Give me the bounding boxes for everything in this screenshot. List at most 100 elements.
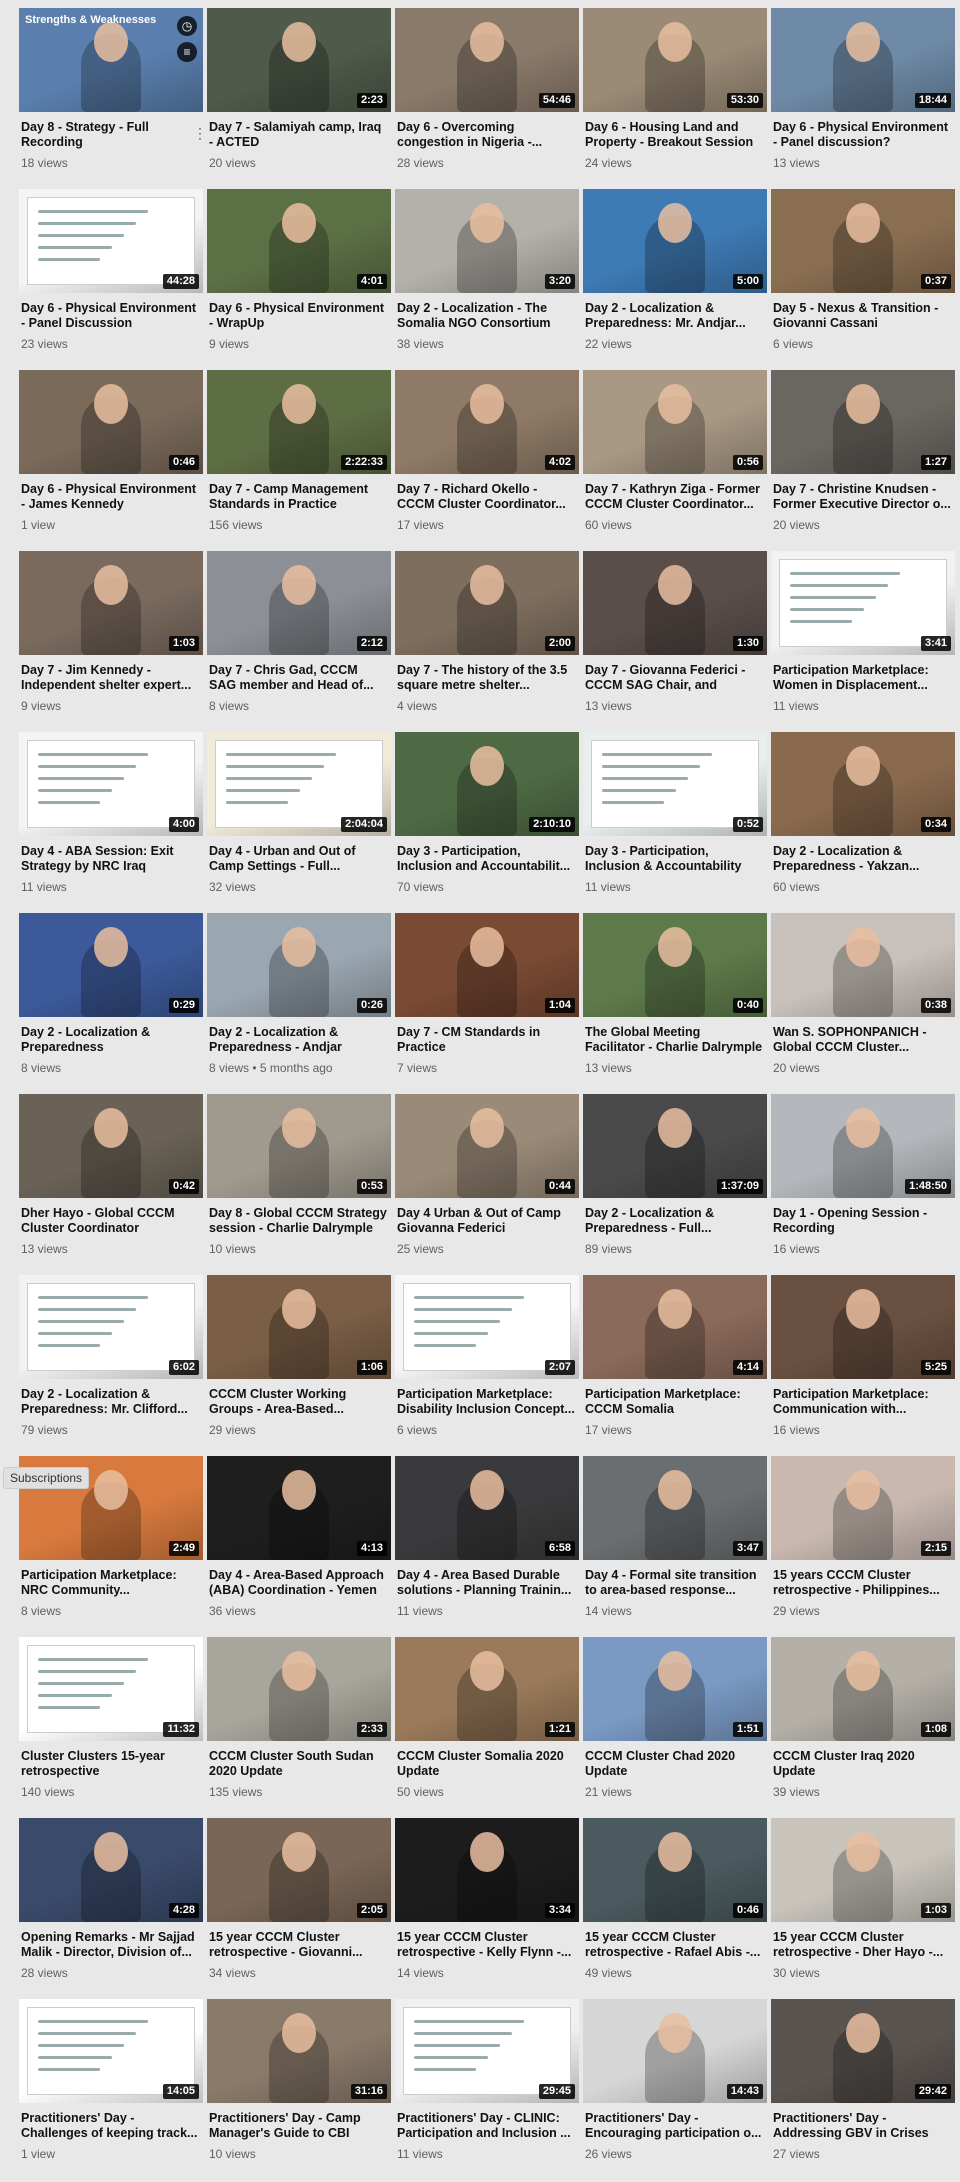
video-card[interactable]: 1:04 Day 7 - CM Standards in Practice 7 vi… (395, 913, 579, 1096)
video-title[interactable]: Day 7 - Christine Knudsen - Former Execu… (773, 482, 951, 512)
clock-icon[interactable]: ◷ (177, 16, 197, 36)
video-thumbnail[interactable]: 4:14 (583, 1275, 767, 1379)
video-thumbnail[interactable]: 2:05 (207, 1818, 391, 1922)
video-card[interactable]: 1:03 Day 7 - Jim Kennedy - Independent sh… (19, 551, 203, 734)
video-card[interactable]: 5:00 Day 2 - Localization & Preparedness:… (583, 189, 767, 372)
video-card[interactable]: 1:51 CCCM Cluster Chad 2020 Update 21 view… (583, 1637, 767, 1820)
video-card[interactable]: 2:10:10 Day 3 - Participation, Inclusion … (395, 732, 579, 915)
video-thumbnail[interactable]: 0:40 (583, 913, 767, 1017)
video-thumbnail[interactable]: 1:08 (771, 1637, 955, 1741)
video-card[interactable]: 29:45 Practitioners' Day - CLINIC: Partic… (395, 1999, 579, 2182)
video-title[interactable]: Practitioners' Day - Camp Manager's Guid… (209, 2111, 387, 2141)
video-card[interactable]: 3:47 Day 4 - Formal site transition to ar… (583, 1456, 767, 1639)
video-card[interactable]: 4:13 Day 4 - Area-Based Approach (ABA) Co… (207, 1456, 391, 1639)
video-title[interactable]: Day 4 - Formal site transition to area-b… (585, 1568, 763, 1598)
more-vert-icon[interactable]: ⋮ (193, 126, 207, 140)
video-title[interactable]: Practitioners' Day - Challenges of keepi… (21, 2111, 199, 2141)
video-thumbnail[interactable]: 2:04:04 (207, 732, 391, 836)
video-card[interactable]: 1:48:50 Day 1 - Opening Session - Recordi… (771, 1094, 955, 1277)
video-title[interactable]: Day 7 - Salamiyah camp, Iraq - ACTED (209, 120, 387, 150)
video-thumbnail[interactable]: 14:43 (583, 1999, 767, 2103)
video-thumbnail[interactable]: 53:30 (583, 8, 767, 112)
video-thumbnail[interactable]: 5:00 (583, 189, 767, 293)
video-thumbnail[interactable]: 2:22:33 (207, 370, 391, 474)
video-thumbnail[interactable]: 6:58 (395, 1456, 579, 1560)
video-title[interactable]: Day 2 - Localization & Preparedness - Ya… (773, 844, 951, 874)
video-thumbnail[interactable]: 3:47 (583, 1456, 767, 1560)
video-card[interactable]: 0:52 Day 3 - Participation, Inclusion & A… (583, 732, 767, 915)
video-thumbnail[interactable]: 1:03 (19, 551, 203, 655)
video-card[interactable]: 31:16 Practitioners' Day - Camp Manager's… (207, 1999, 391, 2182)
video-title[interactable]: Participation Marketplace: Communication… (773, 1387, 951, 1417)
video-card[interactable]: 53:30 Day 6 - Housing Land and Property -… (583, 8, 767, 191)
video-title[interactable]: CCCM Cluster Somalia 2020 Update (397, 1749, 575, 1779)
video-title[interactable]: Day 6 - Physical Environment - WrapUp (209, 301, 387, 331)
video-title[interactable]: The Global Meeting Facilitator - Charlie… (585, 1025, 763, 1055)
video-card[interactable]: 2:05 15 year CCCM Cluster retrospective -… (207, 1818, 391, 2001)
video-title[interactable]: Day 1 - Opening Session - Recording (773, 1206, 951, 1236)
video-card[interactable]: 0:46 Day 6 - Physical Environment - James… (19, 370, 203, 553)
video-card[interactable]: 0:34 Day 2 - Localization & Preparedness … (771, 732, 955, 915)
video-card[interactable]: 4:01 Day 6 - Physical Environment - WrapU… (207, 189, 391, 372)
video-thumbnail[interactable]: 0:46 (583, 1818, 767, 1922)
video-card[interactable]: Strengths & Weaknesses ◷ ≡ Day 8 - Strategy… (19, 8, 207, 191)
video-thumbnail[interactable]: 1:48:50 (771, 1094, 955, 1198)
video-title[interactable]: Day 2 - Localization & Preparedness: Mr.… (585, 301, 763, 331)
video-thumbnail[interactable]: 1:51 (583, 1637, 767, 1741)
video-card[interactable]: 0:38 Wan S. SOPHONPANICH - Global CCCM Cl… (771, 913, 955, 1096)
video-card[interactable]: 1:37:09 Day 2 - Localization & Preparedne… (583, 1094, 767, 1277)
video-thumbnail[interactable]: 1:04 (395, 913, 579, 1017)
video-title[interactable]: Day 7 - Kathryn Ziga - Former CCCM Clust… (585, 482, 763, 512)
video-thumbnail[interactable]: 5:25 (771, 1275, 955, 1379)
video-card[interactable]: 4:14 Participation Marketplace: CCCM Soma… (583, 1275, 767, 1458)
video-title[interactable]: Day 6 - Overcoming congestion in Nigeria… (397, 120, 575, 150)
video-title[interactable]: 15 year CCCM Cluster retrospective - Dhe… (773, 1930, 951, 1960)
video-title[interactable]: Participation Marketplace: Disability In… (397, 1387, 575, 1417)
video-thumbnail[interactable]: 2:33 (207, 1637, 391, 1741)
video-thumbnail[interactable]: 4:28 (19, 1818, 203, 1922)
video-title[interactable]: Participation Marketplace: Women in Disp… (773, 663, 951, 693)
video-card[interactable]: 3:34 15 year CCCM Cluster retrospective -… (395, 1818, 579, 2001)
video-title[interactable]: 15 years CCCM Cluster retrospective - Ph… (773, 1568, 951, 1598)
video-thumbnail[interactable]: 29:42 (771, 1999, 955, 2103)
video-title[interactable]: Day 3 - Participation, Inclusion & Accou… (585, 844, 763, 874)
video-thumbnail[interactable]: 4:01 (207, 189, 391, 293)
video-card[interactable]: 1:06 CCCM Cluster Working Groups - Area-B… (207, 1275, 391, 1458)
video-card[interactable]: 0:26 Day 2 - Localization & Preparedness … (207, 913, 391, 1096)
video-thumbnail[interactable]: 0:53 (207, 1094, 391, 1198)
video-card[interactable]: 0:29 Day 2 - Localization & Preparedness 8… (19, 913, 203, 1096)
video-title[interactable]: Day 7 - Richard Okello - CCCM Cluster Co… (397, 482, 575, 512)
video-title[interactable]: CCCM Cluster South Sudan 2020 Update (209, 1749, 387, 1779)
video-title[interactable]: Day 2 - Localization & Preparedness (21, 1025, 199, 1055)
video-title[interactable]: Day 6 - Physical Environment - James Ken… (21, 482, 199, 512)
video-title[interactable]: Day 6 - Housing Land and Property - Brea… (585, 120, 763, 150)
video-title[interactable]: Day 6 - Physical Environment - Panel dis… (773, 120, 951, 150)
video-title[interactable]: 15 year CCCM Cluster retrospective - Gio… (209, 1930, 387, 1960)
video-card[interactable]: 14:05 Practitioners' Day - Challenges of … (19, 1999, 203, 2182)
video-thumbnail[interactable]: 2:15 (771, 1456, 955, 1560)
video-card[interactable]: 11:32 Cluster Clusters 15-year retrospect… (19, 1637, 203, 1820)
video-title[interactable]: Day 4 - Area-Based Approach (ABA) Coordi… (209, 1568, 387, 1598)
video-title[interactable]: Day 4 - Urban and Out of Camp Settings -… (209, 844, 387, 874)
video-thumbnail[interactable]: 1:27 (771, 370, 955, 474)
video-thumbnail[interactable]: 14:05 (19, 1999, 203, 2103)
video-card[interactable]: 3:41 Participation Marketplace: Women in … (771, 551, 955, 734)
video-card[interactable]: 0:53 Day 8 - Global CCCM Strategy session… (207, 1094, 391, 1277)
video-title[interactable]: Dher Hayo - Global CCCM Cluster Coordina… (21, 1206, 199, 1236)
video-title[interactable]: Day 5 - Nexus & Transition - Giovanni Ca… (773, 301, 951, 331)
video-title[interactable]: Day 7 - Chris Gad, CCCM SAG member and H… (209, 663, 387, 693)
video-title[interactable]: Day 6 - Physical Environment - Panel Dis… (21, 301, 199, 331)
video-title[interactable]: Day 8 - Global CCCM Strategy session - C… (209, 1206, 387, 1236)
video-thumbnail[interactable]: 2:12 (207, 551, 391, 655)
video-thumbnail[interactable]: 54:46 (395, 8, 579, 112)
video-thumbnail[interactable]: 2:07 (395, 1275, 579, 1379)
video-title[interactable]: Day 7 - CM Standards in Practice (397, 1025, 575, 1055)
video-card[interactable]: 2:00 Day 7 - The history of the 3.5 squar… (395, 551, 579, 734)
video-title[interactable]: Day 3 - Participation, Inclusion and Acc… (397, 844, 575, 874)
video-thumbnail[interactable]: 4:13 (207, 1456, 391, 1560)
video-thumbnail[interactable]: 2:10:10 (395, 732, 579, 836)
video-card[interactable]: 6:58 Day 4 - Area Based Durable solutions… (395, 1456, 579, 1639)
video-thumbnail[interactable]: 0:34 (771, 732, 955, 836)
video-title[interactable]: Practitioners' Day - Addressing GBV in C… (773, 2111, 951, 2141)
video-card[interactable]: 3:20 Day 2 - Localization - The Somalia N… (395, 189, 579, 372)
